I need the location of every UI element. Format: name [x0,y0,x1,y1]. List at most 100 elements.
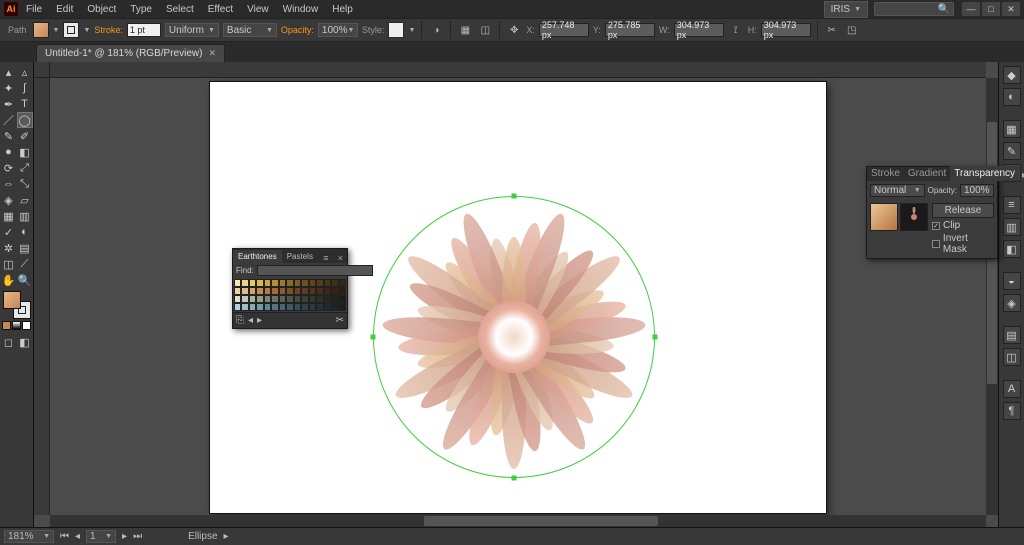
swatch-cell[interactable] [339,279,346,287]
selection-tool[interactable]: ▴ [1,64,17,80]
menu-object[interactable]: Object [81,2,122,17]
window-maximize[interactable]: □ [982,2,1000,16]
swatch-cell[interactable] [331,295,338,303]
menu-effect[interactable]: Effect [202,2,239,17]
tab-stroke[interactable]: Stroke [867,166,904,181]
perspective-tool[interactable]: ▱ [17,192,33,208]
selection-handle[interactable] [371,335,376,340]
dock-artboards-icon[interactable]: ◫ [1003,348,1021,366]
swatch-tab-earthtones[interactable]: Earthtones [233,250,282,263]
dock-layers-icon[interactable]: ▤ [1003,326,1021,344]
swatch-cell[interactable] [301,295,308,303]
swatch-cell[interactable] [234,295,241,303]
swatch-cell[interactable] [279,287,286,295]
hand-tool[interactable]: ✋ [1,272,17,288]
swatch-cell[interactable] [241,303,248,311]
symbol-tool[interactable]: ✲ [1,240,17,256]
eyedropper-tool[interactable]: ✓ [1,224,17,240]
dock-colorguide-icon[interactable]: ◐ [1003,88,1021,106]
swatch-cell[interactable] [286,279,293,287]
type-tool[interactable]: T [17,96,33,112]
dock-character-icon[interactable]: A [1003,380,1021,398]
swatch-cell[interactable] [316,303,323,311]
dock-transparency-icon[interactable]: ◧ [1003,240,1021,258]
chevron-down-icon[interactable]: ▼ [408,27,415,34]
ruler-horizontal[interactable] [50,62,986,78]
dock-paragraph-icon[interactable]: ¶ [1003,402,1021,420]
swatch-cell[interactable] [271,287,278,295]
dock-appearance-icon[interactable]: ◒ [1003,272,1021,290]
swatch-cell[interactable] [256,279,263,287]
swatch-cell[interactable] [301,303,308,311]
brush-tool[interactable]: ✎ [1,128,17,144]
gradient-tool[interactable]: ▥ [17,208,33,224]
selection-handle[interactable] [653,335,658,340]
profile-dropdown[interactable]: Uniform▼ [165,23,219,37]
blend-tool[interactable]: ◐ [17,224,33,240]
canvas[interactable]: Earthtones Pastels ≡ × Find: ⎘ ◂ ▸ ✂ [34,62,998,527]
swatch-cell[interactable] [271,279,278,287]
menu-edit[interactable]: Edit [50,2,79,17]
isolate-icon[interactable]: ✂ [824,22,840,38]
fill-swatch[interactable] [33,22,49,38]
pencil-tool[interactable]: ✐ [17,128,33,144]
w-input[interactable]: 304.973 px [674,23,724,37]
dock-swatches-icon[interactable]: ▦ [1003,120,1021,138]
next-icon[interactable]: ▸ [257,315,262,326]
artboard-tool[interactable]: ◫ [1,256,17,272]
swatch-cell[interactable] [309,287,316,295]
artboard-prev-icon[interactable]: ⏮ [60,531,69,542]
swatch-cell[interactable] [294,287,301,295]
opacity-dropdown[interactable]: 100%▼ [318,23,358,37]
graph-tool[interactable]: ▤ [17,240,33,256]
menu-file[interactable]: File [20,2,48,17]
tab-transparency[interactable]: Transparency [950,166,1019,181]
dock-color-icon[interactable]: ◆ [1003,66,1021,84]
blob-tool[interactable]: ● [1,144,17,160]
eraser-tool[interactable]: ◧ [17,144,33,160]
swatch-cell[interactable] [316,295,323,303]
screen-mode[interactable]: ◻ [1,334,17,350]
opacity-input[interactable]: 100% [960,184,994,197]
swatch-cell[interactable] [324,279,331,287]
swatch-cell[interactable] [324,287,331,295]
line-tool[interactable]: ／ [1,112,17,128]
swatch-cell[interactable] [294,279,301,287]
ruler-origin[interactable] [34,62,50,78]
swatch-cell[interactable] [331,279,338,287]
shape-icon[interactable]: ◫ [477,22,493,38]
artboard-last-icon[interactable]: ⏭ [133,531,142,542]
menu-help[interactable]: Help [326,2,359,17]
free-transform-tool[interactable]: ⤡ [17,176,33,192]
gradient-mode[interactable] [12,321,21,330]
swatch-cell[interactable] [264,303,271,311]
swatch-cell[interactable] [271,303,278,311]
swatch-cell[interactable] [324,295,331,303]
swatch-cell[interactable] [234,287,241,295]
swatch-cell[interactable] [339,303,346,311]
brush-dropdown[interactable]: Basic▼ [223,23,277,37]
selection-handle[interactable] [512,476,517,481]
window-close[interactable]: ✕ [1002,2,1020,16]
x-input[interactable]: 257.748 px [539,23,589,37]
swatch-cell[interactable] [301,279,308,287]
swatch-cell[interactable] [256,287,263,295]
shape-builder-tool[interactable]: ◈ [1,192,17,208]
ruler-vertical[interactable] [34,78,50,515]
swatch-cell[interactable] [286,295,293,303]
chevron-down-icon[interactable]: ▼ [53,27,60,34]
mesh-tool[interactable]: ▦ [1,208,17,224]
swatch-cell[interactable] [264,287,271,295]
document-tab[interactable]: Untitled-1* @ 181% (RGB/Preview) ✕ [36,44,225,62]
swatch-cell[interactable] [279,279,286,287]
menu-view[interactable]: View [241,2,275,17]
menu-select[interactable]: Select [160,2,200,17]
swatch-cell[interactable] [316,279,323,287]
swatch-cell[interactable] [339,295,346,303]
panel-collapse-icon[interactable]: ▸▸ [1019,170,1024,181]
swatch-cell[interactable] [279,303,286,311]
invert-checkbox[interactable] [932,240,940,248]
delete-icon[interactable]: ✂ [336,315,344,326]
swatch-cell[interactable] [279,295,286,303]
swatch-cell[interactable] [241,279,248,287]
